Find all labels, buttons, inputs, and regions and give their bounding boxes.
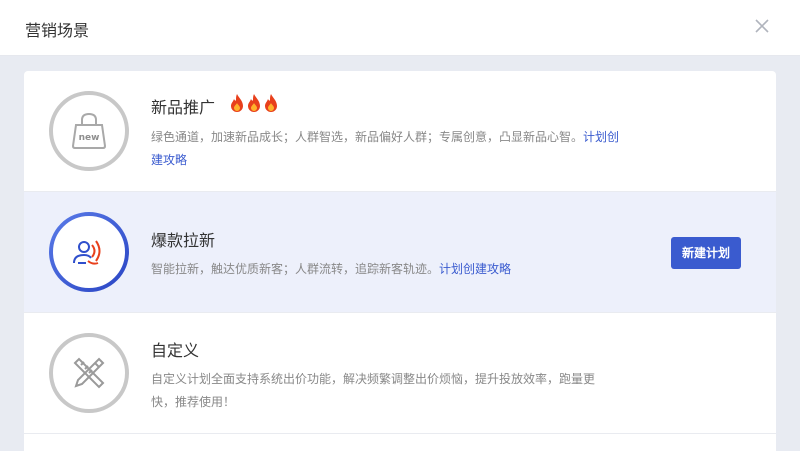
scene-desc: 自定义计划全面支持系统出价功能，解决频繁调整出价烦恼，提升投放效率，跑量更快，推… xyxy=(151,372,596,409)
scene-list: new 新品推广 绿色通道，加速新品成长；人群智选，新品偏好人群；专属创意，凸显… xyxy=(24,71,776,451)
scene-name: 爆款拉新 xyxy=(151,231,216,250)
modal-header: 营销场景 xyxy=(0,0,800,56)
svg-text:new: new xyxy=(79,133,100,143)
modal-title: 营销场景 xyxy=(25,21,90,40)
scene-name: 自定义 xyxy=(151,341,200,360)
scene-desc-text: 绿色通道，加速新品成长；人群智选，新品偏好人群；专属创意，凸显新品心智。 xyxy=(151,130,584,144)
user-signal-icon xyxy=(49,212,129,292)
scene-item-new-product[interactable]: new 新品推广 绿色通道，加速新品成长；人群智选，新品偏好人群；专属创意，凸显… xyxy=(24,71,776,192)
hot-badge xyxy=(229,93,279,115)
fire-icon xyxy=(265,94,277,112)
scene-name: 新品推广 xyxy=(151,98,216,117)
fire-icon xyxy=(231,94,243,112)
scene-item-custom[interactable]: 自定义 自定义计划全面支持系统出价功能，解决频繁调整出价烦恼，提升投放效率，跑量… xyxy=(24,313,776,434)
scene-desc: 智能拉新，触达优质新客；人群流转，追踪新客轨迹。计划创建攻略 xyxy=(151,258,621,281)
pencil-ruler-icon xyxy=(49,333,129,413)
scene-desc-text: 智能拉新，触达优质新客；人群流转，追踪新客轨迹。 xyxy=(151,262,440,276)
scene-item-hot-acquisition[interactable]: 爆款拉新 智能拉新，触达优质新客；人群流转，追踪新客轨迹。计划创建攻略 新建计划 xyxy=(24,192,776,313)
new-bag-icon: new xyxy=(49,91,129,171)
close-icon[interactable] xyxy=(754,18,770,34)
guide-link[interactable]: 计划创建攻略 xyxy=(439,262,511,276)
create-plan-button[interactable]: 新建计划 xyxy=(671,237,741,269)
scene-desc: 绿色通道，加速新品成长；人群智选，新品偏好人群；专属创意，凸显新品心智。计划创建… xyxy=(151,126,621,172)
fire-icon xyxy=(248,94,260,112)
